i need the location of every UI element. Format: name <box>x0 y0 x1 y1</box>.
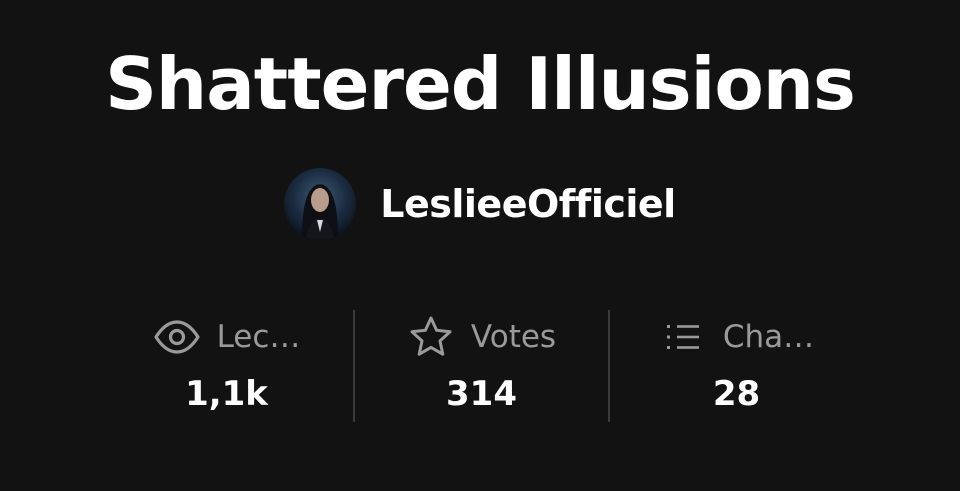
stat-votes: Votes 314 <box>355 310 608 422</box>
stat-votes-label: Votes <box>470 319 557 355</box>
stat-reads-header: Lec… <box>153 310 301 364</box>
star-icon <box>407 313 455 361</box>
stat-votes-header: Votes <box>407 310 556 364</box>
story-stats: Lec… 1,1k Votes 314 Cha… 28 <box>100 310 863 422</box>
eye-icon <box>153 313 201 361</box>
author-avatar[interactable] <box>284 168 357 240</box>
stat-reads-value: 1,1k <box>185 374 268 414</box>
story-title: Shattered Illusions <box>105 42 856 126</box>
stat-votes-value: 314 <box>446 374 517 414</box>
stat-chapters-label: Cha… <box>722 319 815 355</box>
author-name[interactable]: LeslieeOfficiel <box>380 182 676 226</box>
stat-chapters: Cha… 28 <box>610 310 863 422</box>
stat-chapters-value: 28 <box>712 374 761 414</box>
author-row[interactable]: LeslieeOfficiel <box>0 168 960 240</box>
avatar-image <box>284 168 357 240</box>
stat-reads-label: Lec… <box>216 319 301 355</box>
stat-chapters-header: Cha… <box>659 310 814 364</box>
stat-reads: Lec… 1,1k <box>100 310 353 422</box>
list-icon <box>659 313 707 361</box>
